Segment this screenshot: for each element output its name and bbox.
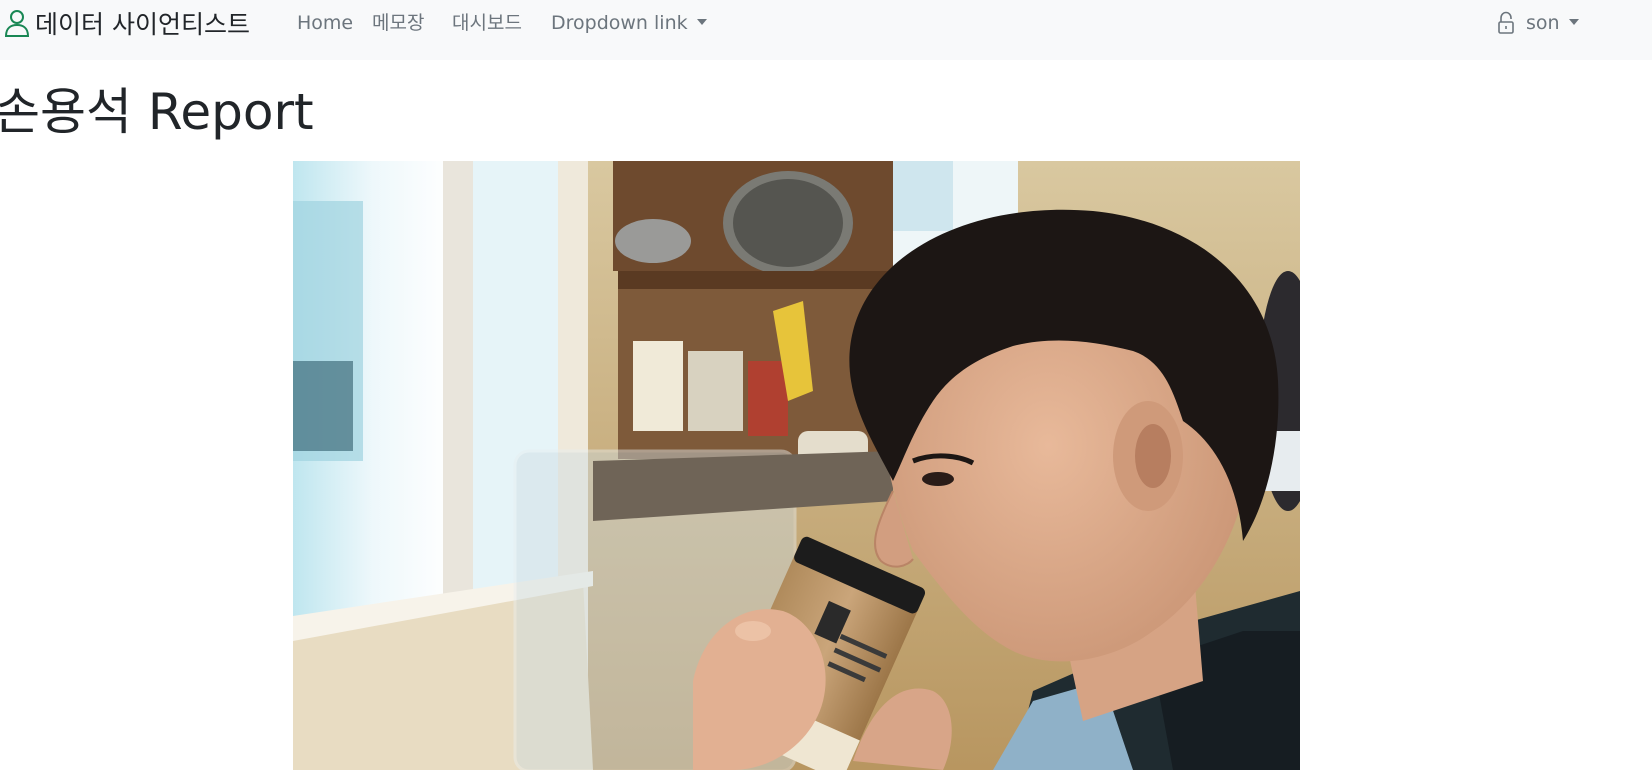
user-menu[interactable]: son (1496, 9, 1579, 37)
brand-link[interactable]: 데이터 사이언티스트 (2, 5, 250, 41)
lock-icon (1498, 11, 1514, 34)
nav-dropdown-link[interactable]: Dropdown link (551, 9, 707, 37)
chevron-down-icon (1568, 18, 1579, 25)
page-title: 손용석 Report (0, 83, 314, 141)
nav-memo[interactable]: 메모장 (372, 9, 424, 37)
report-photo (293, 161, 1300, 770)
person-icon (4, 10, 30, 37)
user-label: son (1526, 12, 1560, 34)
brand-label: 데이터 사이언티스트 (35, 10, 250, 39)
nav-dashboard[interactable]: 대시보드 (452, 9, 522, 37)
chevron-down-icon (696, 19, 707, 25)
nav-dropdown-label: Dropdown link (551, 12, 688, 34)
top-navbar: 데이터 사이언티스트 Home 메모장 대시보드 Dropdown link s… (0, 0, 1652, 60)
nav-home[interactable]: Home (297, 9, 353, 37)
photo-of-man-drinking-coffee-icon (293, 161, 1300, 770)
